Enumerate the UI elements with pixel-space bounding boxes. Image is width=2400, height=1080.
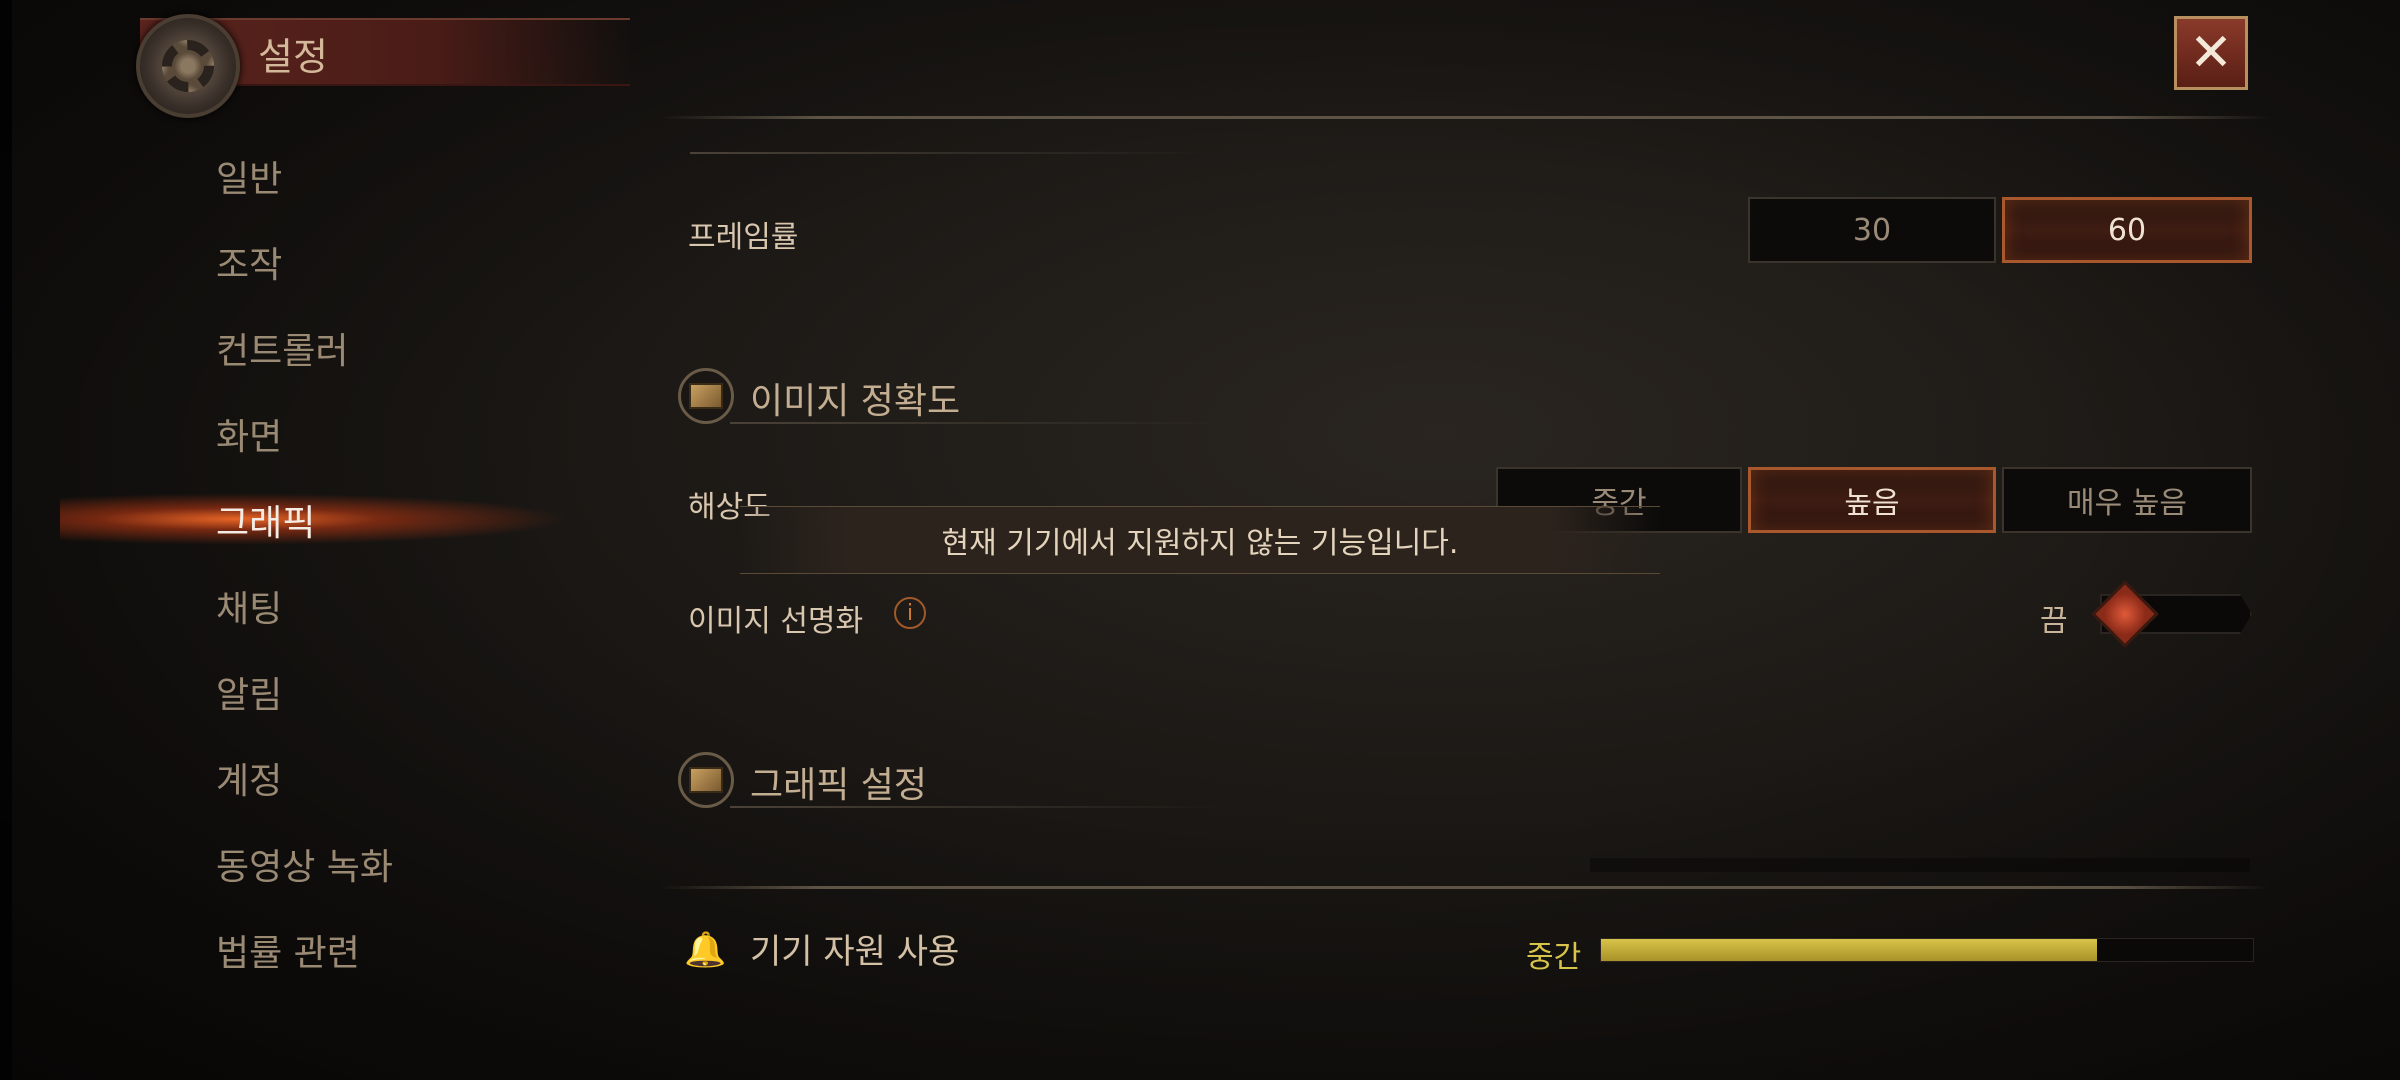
resolution-option-high[interactable]: 높음	[1748, 467, 1996, 533]
image-icon	[678, 368, 734, 424]
image-quality-section-title: 이미지 정확도	[750, 381, 961, 422]
image-icon	[678, 752, 734, 808]
device-resource-meter	[1600, 938, 2254, 962]
device-resource-meter-fill	[1601, 939, 2097, 961]
bell-icon: 🔔	[684, 930, 727, 970]
graphics-settings-section-title: 그래픽 설정	[750, 765, 928, 806]
sidebar-item-legal[interactable]: 법률 관련	[216, 924, 360, 976]
gear-icon	[136, 14, 240, 118]
resolution-option-very-high[interactable]: 매우 높음	[2002, 467, 2252, 533]
close-button[interactable]: ✕	[2174, 16, 2248, 90]
graphics-preset-track	[1590, 858, 2250, 872]
graphics-settings-divider	[730, 806, 1230, 808]
sharpening-label: 이미지 선명화	[688, 604, 864, 639]
bottom-divider	[660, 886, 2270, 889]
sharpening-state-label: 끔	[2040, 604, 2068, 639]
sidebar-item-controller[interactable]: 컨트롤러	[216, 322, 348, 374]
sidebar-item-account[interactable]: 계정	[216, 752, 282, 804]
sidebar-item-chat[interactable]: 채팅	[216, 580, 282, 632]
device-resource-label: 기기 자원 사용	[750, 932, 960, 972]
sidebar-item-notifications[interactable]: 알림	[216, 666, 282, 718]
page-title: 설정	[258, 35, 328, 79]
device-resource-level-label: 중간	[1526, 940, 1582, 975]
sidebar-item-video-recording[interactable]: 동영상 녹화	[216, 838, 393, 890]
image-quality-divider	[730, 422, 1230, 424]
screen-edge	[0, 0, 12, 1080]
sidebar-item-general[interactable]: 일반	[216, 150, 282, 202]
framerate-option-60[interactable]: 60	[2002, 197, 2252, 263]
framerate-label: 프레임률	[688, 220, 799, 255]
sidebar-item-controls[interactable]: 조작	[216, 236, 282, 288]
sidebar-item-display[interactable]: 화면	[216, 408, 282, 460]
top-divider	[660, 116, 2270, 119]
unsupported-feature-toast: 현재 기기에서 지원하지 않는 기능입니다.	[740, 506, 1660, 574]
toggle-knob[interactable]	[2091, 580, 2159, 648]
top-subdivider	[690, 152, 1210, 154]
sidebar-item-graphics[interactable]: 그래픽	[216, 494, 315, 546]
info-icon[interactable]: i	[894, 597, 926, 629]
framerate-option-30[interactable]: 30	[1748, 197, 1996, 263]
